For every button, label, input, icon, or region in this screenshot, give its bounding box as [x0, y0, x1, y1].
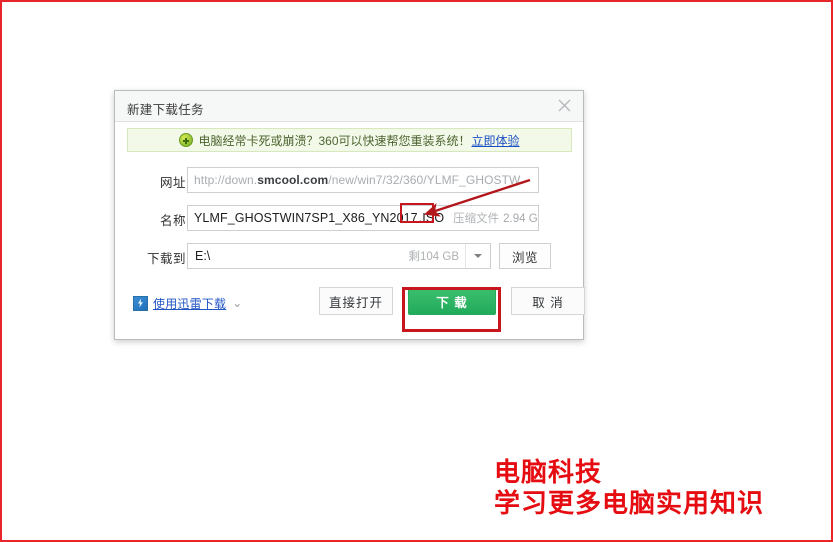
- close-icon[interactable]: [551, 94, 577, 118]
- file-size: 2.94 GB: [503, 213, 538, 225]
- use-thunder-download-link[interactable]: 使用迅雷下载: [153, 295, 226, 312]
- double-chevron-down-icon[interactable]: ⌄: [232, 297, 242, 309]
- use-thunder-download-group[interactable]: 使用迅雷下载 ⌄: [133, 293, 242, 313]
- watermark: 电脑科技 学习更多电脑实用知识: [494, 458, 764, 519]
- name-row: 名称： YLMF_GHOSTWIN7SP1_X86_YN2017.ISO 压缩文…: [115, 205, 583, 231]
- url-input[interactable]: http://down.smcool.com/new/win7/32/360/Y…: [187, 167, 539, 193]
- url-domain: smcool.com: [257, 173, 329, 187]
- filename-input[interactable]: YLMF_GHOSTWIN7SP1_X86_YN2017.ISO 压缩文件 2.9…: [187, 205, 539, 231]
- save-path-value: E:\: [195, 249, 211, 263]
- open-directly-button[interactable]: 直接打开: [319, 287, 393, 315]
- promo-banner[interactable]: 电脑经常卡死或崩溃？360可以快速帮您重装系统！ 立即体验: [127, 128, 572, 152]
- url-row: 网址： http://down.smcool.com/new/win7/32/3…: [115, 167, 583, 193]
- url-prefix: http://down.: [194, 173, 258, 187]
- browse-button[interactable]: 浏览: [499, 243, 551, 269]
- file-type: 压缩文件: [453, 213, 500, 225]
- watermark-line-1: 电脑科技: [494, 458, 603, 488]
- filename-value: YLMF_GHOSTWIN7SP1_X86_YN2017.ISO: [188, 211, 445, 225]
- refresh-circle-icon: [179, 133, 194, 147]
- download-button[interactable]: 下 载: [408, 287, 496, 315]
- promo-banner-content: 电脑经常卡死或崩溃？360可以快速帮您重装系统！ 立即体验: [128, 129, 571, 151]
- new-download-task-dialog: 新建下载任务 电脑经常卡死或崩溃？360可以快速帮您重装系统！ 立即体验 网址：…: [114, 90, 585, 340]
- url-value: http://down.smcool.com/new/win7/32/360/Y…: [188, 173, 521, 187]
- promo-banner-link[interactable]: 立即体验: [472, 132, 520, 149]
- chevron-down-glyph: [474, 254, 482, 258]
- page-canvas: 新建下载任务 电脑经常卡死或崩溃？360可以快速帮您重装系统！ 立即体验 网址：…: [0, 0, 833, 542]
- thunder-app-icon: [133, 295, 148, 311]
- promo-banner-text: 电脑经常卡死或崩溃？360可以快速帮您重装系统！: [198, 133, 471, 148]
- watermark-line-2: 学习更多电脑实用知识: [494, 488, 765, 519]
- save-path-row: 下载到： E:\ 剩104 GB 浏览: [115, 243, 583, 269]
- dialog-title: 新建下载任务: [127, 103, 204, 117]
- file-meta: 压缩文件2.94 GB: [453, 210, 538, 226]
- save-path-input[interactable]: E:\ 剩104 GB: [187, 243, 491, 269]
- url-suffix: /new/win7/32/360/YLMF_GHOSTW: [328, 173, 521, 187]
- filename-extension: .ISO: [418, 211, 445, 225]
- cancel-button[interactable]: 取 消: [511, 287, 585, 315]
- close-glyph: [558, 99, 570, 112]
- chevron-down-icon[interactable]: [465, 244, 490, 268]
- free-space-text: 剩104 GB: [408, 251, 460, 263]
- dialog-titlebar: 新建下载任务: [115, 91, 583, 122]
- filename-base: YLMF_GHOSTWIN7SP1_X86_YN2017: [194, 211, 418, 225]
